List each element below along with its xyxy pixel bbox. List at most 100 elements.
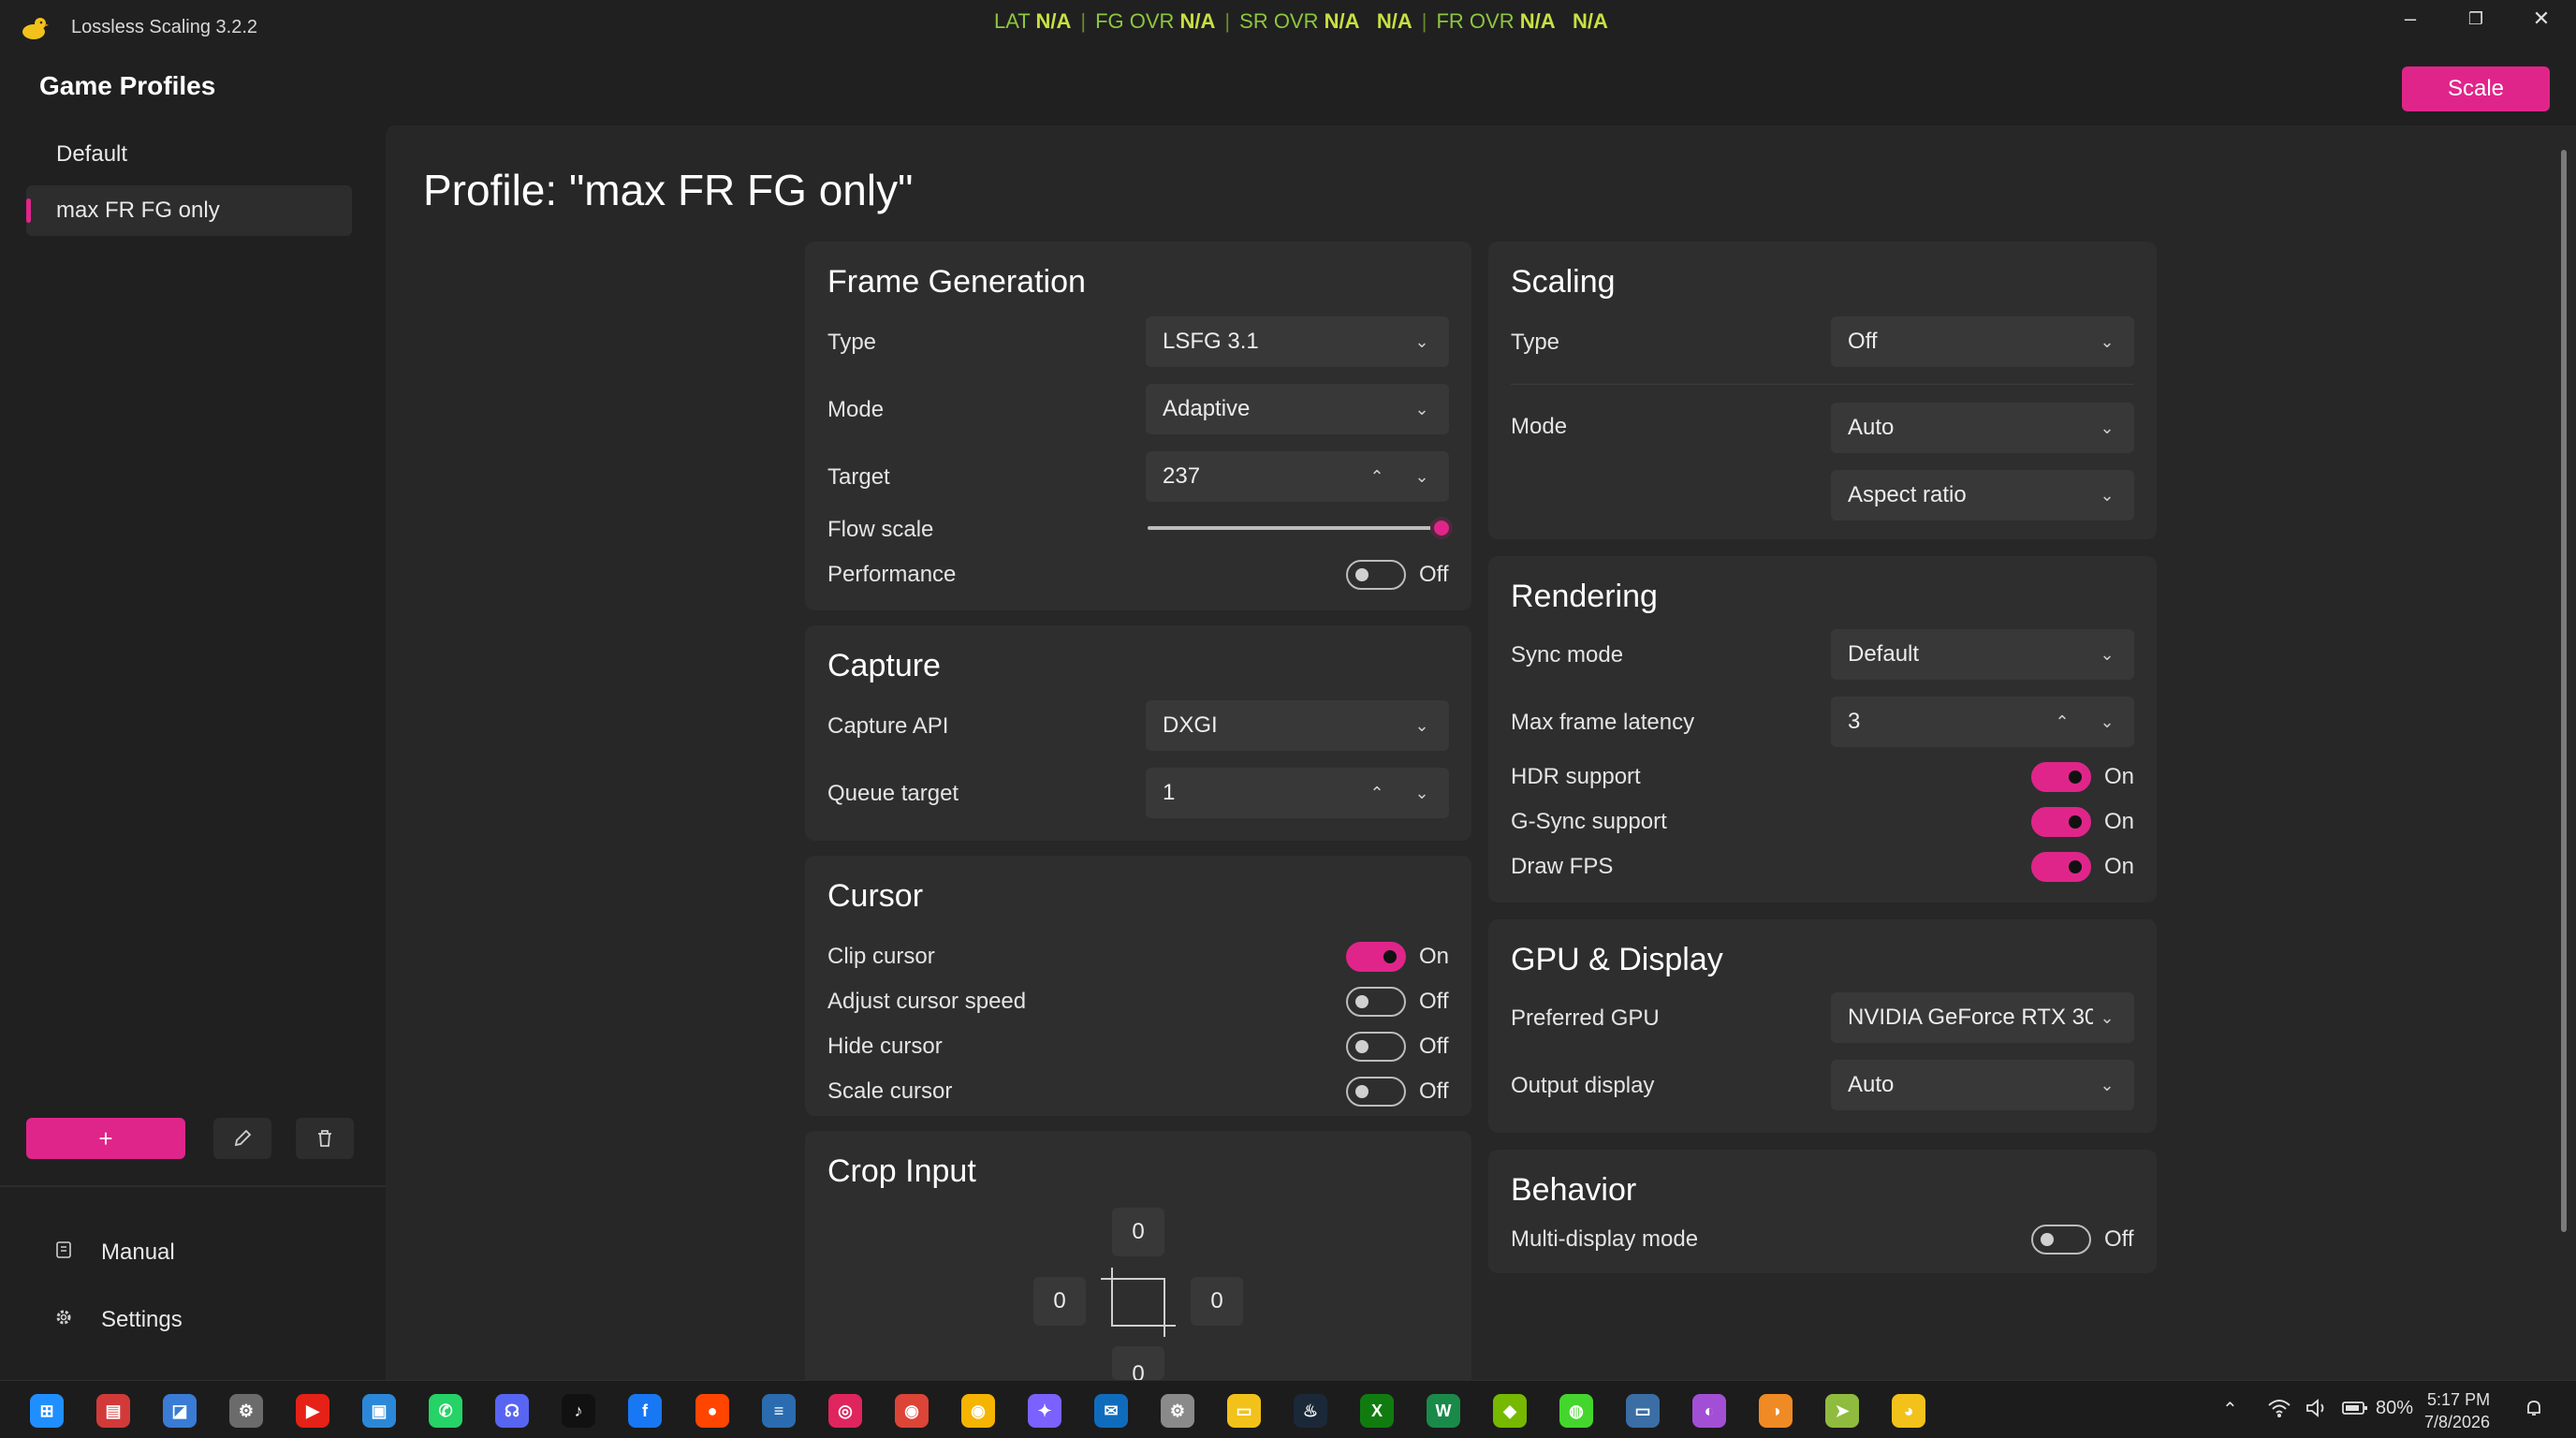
nvidia-icon[interactable]: ◆ [1493, 1394, 1527, 1428]
max-frame-latency-stepper[interactable]: 3 ⌃ ⌄ [1831, 697, 2134, 747]
capture-card: Capture Capture API DXGI ⌄ Queue target 1… [805, 625, 1471, 841]
sr-label: SR OVR [1239, 9, 1319, 33]
facebook-icon[interactable]: f [628, 1394, 662, 1428]
game-icon[interactable]: ◑ [1759, 1394, 1793, 1428]
multi-display-mode-state: Off [2104, 1226, 2134, 1252]
chevron-up-icon[interactable]: ⌃ [1363, 451, 1391, 502]
chevron-down-icon[interactable]: ⌄ [2093, 697, 2121, 747]
chevron-up-icon[interactable]: ⌃ [1363, 768, 1391, 818]
multi-display-mode-toggle[interactable] [2031, 1225, 2091, 1255]
queue-target-label: Queue target [827, 781, 959, 806]
profile-item-max-fr-fg-only[interactable]: max FR FG only [26, 185, 352, 236]
steam-icon[interactable]: ♨ [1294, 1394, 1327, 1428]
settings-icon[interactable]: ⚙ [229, 1394, 263, 1428]
multi-display-mode-label: Multi-display mode [1511, 1226, 1699, 1252]
gsync-support-toggle[interactable] [2031, 807, 2091, 837]
clip-cursor-toggle[interactable] [1346, 942, 1406, 972]
settings-link[interactable]: Settings [54, 1307, 183, 1333]
speaker-icon[interactable] [2305, 1398, 2329, 1424]
sr-value: N/A [1324, 9, 1360, 33]
scale-button[interactable]: Scale [2402, 66, 2550, 111]
gemini-icon[interactable]: ✦ [1028, 1394, 1061, 1428]
sync-mode-dropdown[interactable]: Default ⌄ [1831, 629, 2134, 680]
aspect-ratio-dropdown[interactable]: Aspect ratio ⌄ [1831, 470, 2134, 521]
preferred-gpu-dropdown[interactable]: NVIDIA GeForce RTX 3070 ⌄ [1831, 992, 2134, 1043]
overlay-separator: | [1224, 9, 1231, 33]
fg-type-dropdown[interactable]: LSFG 3.1 ⌄ [1146, 316, 1449, 367]
queue-target-stepper[interactable]: 1 ⌃ ⌄ [1146, 768, 1449, 818]
hide-cursor-toggle[interactable] [1346, 1032, 1406, 1062]
notification-icon[interactable] [2524, 1398, 2544, 1424]
record-icon[interactable]: ◎ [828, 1394, 862, 1428]
add-profile-button[interactable]: + [26, 1118, 185, 1159]
fg-value: N/A [1179, 9, 1216, 33]
whatsapp-icon[interactable]: ✆ [429, 1394, 462, 1428]
app-icon[interactable]: ◐ [1692, 1394, 1726, 1428]
gear-icon[interactable]: ⚙ [1161, 1394, 1194, 1428]
scale-cursor-toggle[interactable] [1346, 1077, 1406, 1107]
chevron-up-icon[interactable]: ⌃ [2048, 697, 2076, 747]
edit-profile-button[interactable] [213, 1118, 271, 1159]
tiktok-icon[interactable]: ♪ [562, 1394, 595, 1428]
performance-toggle[interactable] [1346, 560, 1406, 590]
crop-top-input[interactable]: 0 [1112, 1208, 1164, 1256]
gpu-display-card: GPU & Display Preferred GPU NVIDIA GeFor… [1488, 919, 2157, 1133]
discord-icon[interactable]: ☊ [495, 1394, 529, 1428]
notepad-icon[interactable]: ≡ [762, 1394, 796, 1428]
restore-button[interactable]: ❐ [2443, 0, 2509, 39]
flow-scale-slider[interactable] [1148, 526, 1442, 530]
duck-icon[interactable]: ◕ [1892, 1394, 1925, 1428]
windows-start-icon[interactable]: ⊞ [30, 1394, 64, 1428]
youtube-icon[interactable]: ▶ [296, 1394, 329, 1428]
sync-mode-value: Default [1848, 641, 1920, 667]
gsync-support-label: G-Sync support [1511, 809, 1667, 834]
capture-api-dropdown[interactable]: DXGI ⌄ [1146, 700, 1449, 751]
crop-right-input[interactable]: 0 [1191, 1277, 1243, 1326]
adjust-cursor-speed-label: Adjust cursor speed [827, 989, 1027, 1014]
delete-profile-button[interactable] [296, 1118, 354, 1159]
manual-link[interactable]: Manual [54, 1240, 175, 1266]
razer-icon[interactable]: ◍ [1559, 1394, 1593, 1428]
target-stepper[interactable]: 237 ⌃ ⌄ [1146, 451, 1449, 502]
store-icon[interactable]: ▣ [362, 1394, 396, 1428]
card-title: Cursor [827, 878, 924, 914]
arrow-icon[interactable]: ➤ [1825, 1394, 1859, 1428]
monitor-icon[interactable]: ▭ [1626, 1394, 1660, 1428]
chevron-down-icon[interactable]: ⌄ [1408, 451, 1436, 502]
photos-icon[interactable]: ◪ [163, 1394, 197, 1428]
chevron-down-icon: ⌄ [1414, 716, 1429, 735]
news-icon[interactable]: ▤ [96, 1394, 130, 1428]
fg-mode-dropdown[interactable]: Adaptive ⌄ [1146, 384, 1449, 434]
crop-left-input[interactable]: 0 [1033, 1277, 1086, 1326]
draw-fps-label: Draw FPS [1511, 854, 1614, 879]
hdr-support-toggle[interactable] [2031, 762, 2091, 792]
settings-label: Settings [101, 1307, 183, 1332]
pencil-icon [234, 1129, 252, 1147]
close-button[interactable]: ✕ [2509, 0, 2574, 39]
capture-api-label: Capture API [827, 713, 949, 739]
minimize-button[interactable]: – [2378, 0, 2443, 39]
adjust-cursor-speed-toggle[interactable] [1346, 987, 1406, 1017]
reddit-icon[interactable]: ● [695, 1394, 729, 1428]
scrollbar[interactable] [2561, 150, 2567, 1232]
battery-icon[interactable] [2342, 1398, 2368, 1424]
fg-label: FG OVR [1095, 9, 1175, 33]
word-icon[interactable]: W [1427, 1394, 1460, 1428]
scaling-type-dropdown[interactable]: Off ⌄ [1831, 316, 2134, 367]
chrome-icon[interactable]: ◉ [961, 1394, 995, 1428]
profile-item-default[interactable]: Default [26, 129, 352, 180]
chevron-up-icon[interactable]: ⌃ [2222, 1398, 2238, 1421]
chrome-icon[interactable]: ◉ [895, 1394, 929, 1428]
chevron-down-icon[interactable]: ⌄ [1408, 768, 1436, 818]
scaling-mode-dropdown[interactable]: Auto ⌄ [1831, 403, 2134, 453]
xbox-icon[interactable]: X [1360, 1394, 1394, 1428]
flow-scale-thumb[interactable] [1430, 517, 1453, 539]
folder-icon[interactable]: ▭ [1227, 1394, 1261, 1428]
output-display-value: Auto [1848, 1072, 1895, 1097]
mail-icon[interactable]: ✉ [1094, 1394, 1128, 1428]
clock[interactable]: 5:17 PM 7/8/2026 [2424, 1388, 2490, 1433]
output-display-dropdown[interactable]: Auto ⌄ [1831, 1060, 2134, 1110]
wifi-icon[interactable] [2267, 1398, 2291, 1424]
draw-fps-toggle[interactable] [2031, 852, 2091, 882]
crop-bottom-input[interactable]: 0 [1112, 1346, 1164, 1380]
